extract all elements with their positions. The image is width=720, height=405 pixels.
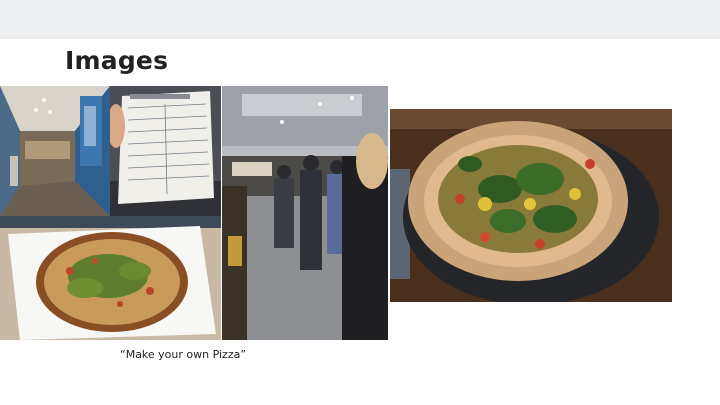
spinach-pizza-photo bbox=[390, 109, 672, 302]
order-form-photo bbox=[110, 86, 221, 216]
restaurant-queue-photo bbox=[222, 86, 388, 340]
top-band bbox=[0, 0, 720, 39]
slide-title: Images bbox=[65, 46, 169, 75]
hallway-photo bbox=[0, 86, 110, 216]
photo-caption: “Make your own Pizza” bbox=[120, 348, 247, 361]
pesto-pizza-photo bbox=[0, 216, 221, 340]
